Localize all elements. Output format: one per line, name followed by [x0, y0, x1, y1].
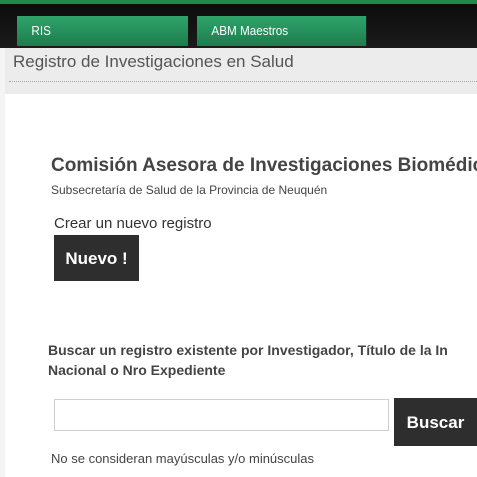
- case-insensitive-note: No se consideran mayúsculas y/o minúscul…: [51, 451, 315, 466]
- organization-subtitle: Subsecretaría de Salud de la Provincia d…: [51, 183, 328, 197]
- organization-title: Comisión Asesora de Investigaciones Biom…: [51, 155, 477, 176]
- left-border: [0, 48, 5, 477]
- page-title: Registro de Investigaciones en Salud: [13, 52, 294, 71]
- nav-tab-abm-maestros[interactable]: ABM Maestros: [197, 16, 367, 46]
- new-record-button[interactable]: Nuevo !: [54, 235, 139, 281]
- create-record-label: Crear un nuevo registro: [54, 215, 212, 232]
- search-label-line-1: Buscar un registro existente por Investi…: [48, 342, 448, 358]
- search-label-line-2: Nacional o Nro Expediente: [48, 362, 226, 378]
- title-divider: [9, 81, 477, 82]
- search-label: Buscar un registro existente por Investi…: [48, 340, 448, 380]
- search-button[interactable]: Buscar: [394, 398, 477, 446]
- nav-tab-ris[interactable]: RIS: [17, 16, 188, 46]
- search-input[interactable]: [54, 399, 389, 431]
